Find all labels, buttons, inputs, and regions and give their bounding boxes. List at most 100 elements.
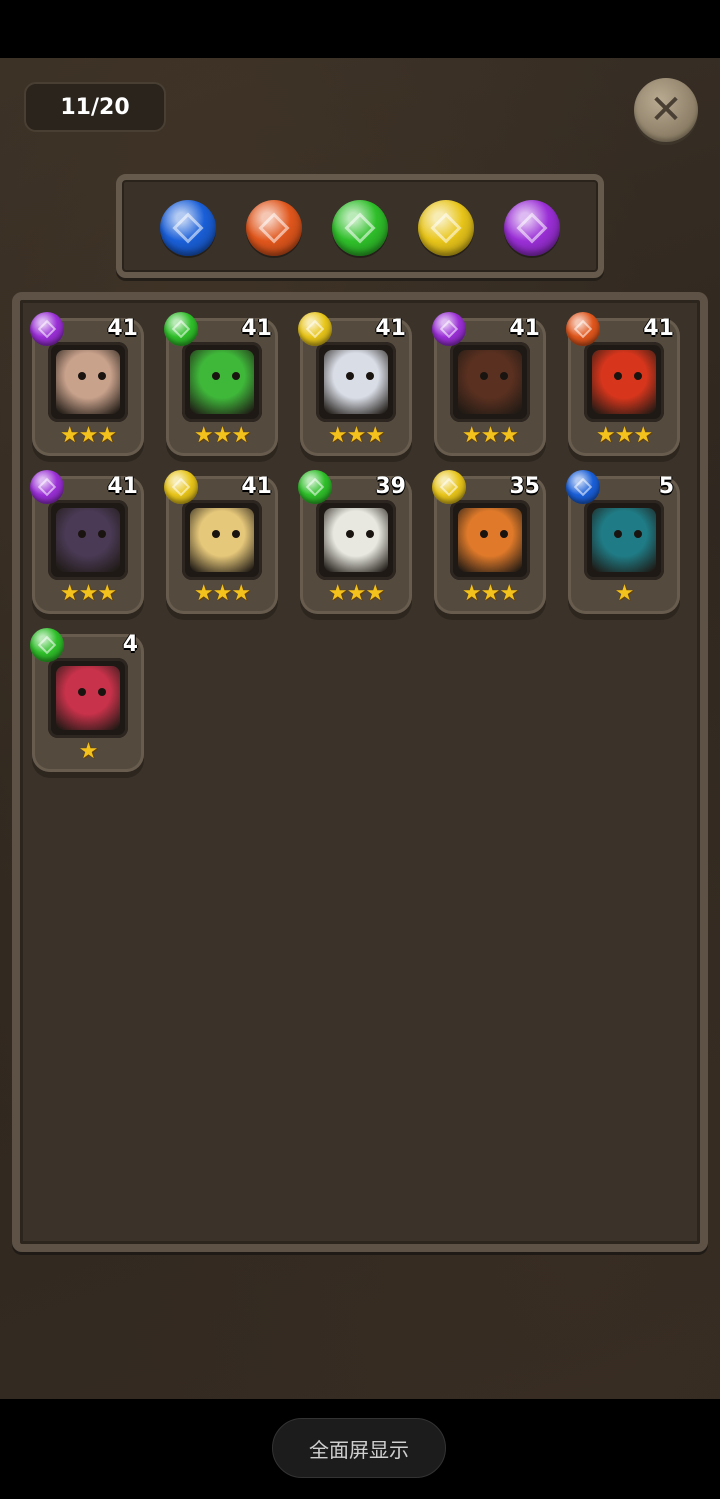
attribute-light-icon	[432, 470, 466, 504]
monster-card[interactable]: 41 ★★★	[432, 312, 546, 456]
monster-level: 41	[107, 474, 138, 499]
attribute-light-icon	[298, 312, 332, 346]
horned-girl-portrait	[48, 342, 128, 422]
star-icon: ★	[78, 739, 99, 764]
tiger-portrait	[450, 500, 530, 580]
portrait-eye	[480, 530, 488, 538]
star-icon: ★	[59, 423, 80, 448]
portrait-eye	[480, 372, 488, 380]
star-rating: ★★★	[166, 582, 278, 606]
portrait-eye	[78, 688, 86, 696]
close-button[interactable]: ✕	[634, 78, 698, 142]
star-icon: ★	[614, 423, 635, 448]
portrait-art	[592, 350, 656, 414]
portrait-eye	[78, 530, 86, 538]
star-icon: ★	[346, 581, 367, 606]
portrait-eye	[614, 530, 622, 538]
portrait-eye	[232, 372, 240, 380]
portrait-eye	[500, 530, 508, 538]
star-icon: ★	[231, 581, 251, 606]
monster-level: 41	[509, 316, 540, 341]
status-bar	[0, 0, 720, 58]
filter-dark-gem[interactable]	[504, 200, 560, 256]
filter-fire-gem[interactable]	[246, 200, 302, 256]
monster-level: 35	[509, 474, 540, 499]
attribute-dark-icon	[432, 312, 466, 346]
star-rating: ★	[32, 740, 144, 764]
star-icon: ★	[193, 423, 214, 448]
filter-light-gem[interactable]	[418, 200, 474, 256]
portrait-eye	[98, 530, 106, 538]
star-rating: ★★★	[434, 582, 546, 606]
portrait-eye	[634, 372, 642, 380]
filter-water-gem[interactable]	[160, 200, 216, 256]
star-icon: ★	[461, 581, 482, 606]
panda-portrait	[316, 500, 396, 580]
star-icon: ★	[633, 423, 653, 448]
monster-card[interactable]: 41 ★★★	[164, 312, 278, 456]
monster-card[interactable]: 41 ★★★	[298, 312, 412, 456]
star-icon: ★	[212, 581, 233, 606]
attribute-filter-bar	[116, 174, 604, 278]
attribute-wood-icon	[164, 312, 198, 346]
star-icon: ★	[461, 423, 482, 448]
star-icon: ★	[97, 423, 117, 448]
blonde-knight-portrait	[182, 500, 262, 580]
star-icon: ★	[327, 581, 348, 606]
monster-level: 41	[107, 316, 138, 341]
star-icon: ★	[480, 423, 501, 448]
star-rating: ★	[568, 582, 680, 606]
portrait-eye	[346, 530, 354, 538]
portrait-art	[190, 350, 254, 414]
star-icon: ★	[193, 581, 214, 606]
attribute-fire-icon	[566, 312, 600, 346]
portrait-eye	[212, 530, 220, 538]
portrait-art	[592, 508, 656, 572]
portrait-art	[458, 508, 522, 572]
portrait-art	[324, 350, 388, 414]
portrait-eye	[500, 372, 508, 380]
monster-card[interactable]: 4 ★	[30, 628, 144, 772]
monster-card[interactable]: 41 ★★★	[566, 312, 680, 456]
monster-card[interactable]: 5 ★	[566, 470, 680, 614]
portrait-art	[56, 666, 120, 730]
portrait-eye	[366, 530, 374, 538]
portrait-eye	[366, 372, 374, 380]
portrait-eye	[346, 372, 354, 380]
monster-card[interactable]: 41 ★★★	[30, 470, 144, 614]
teal-fish-portrait	[584, 500, 664, 580]
star-rating: ★★★	[300, 424, 412, 448]
star-icon: ★	[346, 423, 367, 448]
star-rating: ★★★	[434, 424, 546, 448]
attribute-wood-icon	[298, 470, 332, 504]
monster-card[interactable]: 41 ★★★	[164, 470, 278, 614]
star-icon: ★	[595, 423, 616, 448]
portrait-eye	[212, 372, 220, 380]
monster-level: 4	[122, 632, 138, 657]
monster-level: 39	[375, 474, 406, 499]
star-icon: ★	[365, 581, 385, 606]
portrait-eye	[98, 688, 106, 696]
green-hood-portrait	[182, 342, 262, 422]
portrait-eye	[78, 372, 86, 380]
star-icon: ★	[327, 423, 348, 448]
monster-card[interactable]: 41 ★★★	[30, 312, 144, 456]
monster-card[interactable]: 35 ★★★	[432, 470, 546, 614]
monster-level: 5	[658, 474, 674, 499]
monster-level: 41	[241, 316, 272, 341]
star-icon: ★	[78, 581, 99, 606]
filter-wood-gem[interactable]	[332, 200, 388, 256]
star-icon: ★	[59, 581, 80, 606]
fullscreen-button[interactable]: 全面屏显示	[272, 1418, 446, 1478]
star-icon: ★	[614, 581, 635, 606]
attribute-dark-icon	[30, 312, 64, 346]
portrait-art	[458, 350, 522, 414]
monster-level: 41	[375, 316, 406, 341]
star-icon: ★	[212, 423, 233, 448]
star-icon: ★	[97, 581, 117, 606]
star-rating: ★★★	[166, 424, 278, 448]
monster-card[interactable]: 39 ★★★	[298, 470, 412, 614]
red-blob-portrait	[48, 658, 128, 738]
portrait-eye	[614, 372, 622, 380]
attribute-dark-icon	[30, 470, 64, 504]
